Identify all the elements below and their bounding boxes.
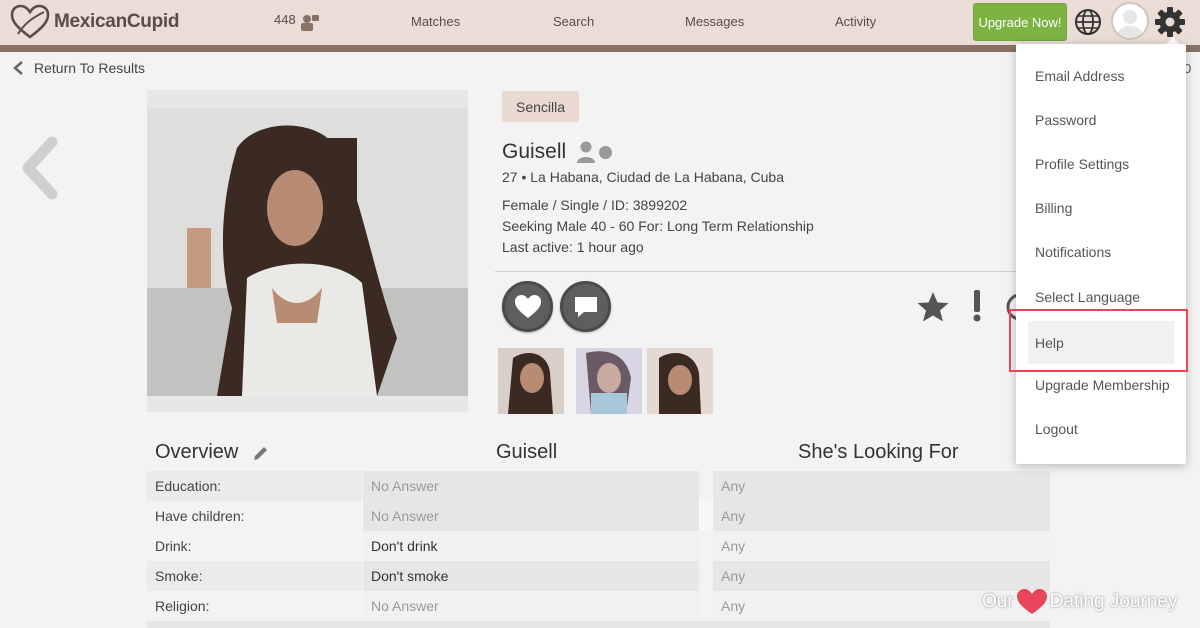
menu-item-billing[interactable]: Billing [1016, 188, 1186, 228]
profile-photo-card[interactable] [147, 90, 468, 412]
row-looking: Any [713, 531, 1050, 561]
report-exclamation-icon[interactable] [970, 289, 984, 323]
watermark-right: Dating Journey [1049, 591, 1178, 612]
table-row: Smoke: Don't smoke Any [147, 561, 1050, 591]
menu-item-profile-settings[interactable]: Profile Settings [1016, 144, 1186, 184]
pencil-edit-icon[interactable] [252, 444, 270, 462]
menu-item-email-address[interactable]: Email Address [1016, 56, 1186, 96]
site-logo[interactable]: MexicanCupid [10, 4, 180, 40]
table-row: Have children: No Answer Any [147, 501, 1050, 531]
chevron-left-icon [13, 61, 23, 75]
row-label: Smoke: [147, 561, 362, 591]
thumbnail-image [647, 348, 713, 414]
table-row: Religion: No Answer Any [147, 591, 1050, 621]
table-row: Drink: Don't drink Any [147, 531, 1050, 561]
profile-location: 27 • La Habana, Ciudad de La Habana, Cub… [502, 169, 785, 185]
profile-last-active: Last active: 1 hour ago [502, 239, 644, 255]
row-looking: Any [713, 471, 1050, 501]
watermark: Our Dating Journey [982, 588, 1177, 616]
her-column-heading: Guisell [496, 441, 558, 463]
table-row [147, 621, 1050, 628]
menu-item-logout[interactable]: Logout [1016, 409, 1186, 449]
row-value: Don't drink [363, 531, 699, 561]
online-count-value: 448 [274, 12, 296, 27]
globe-icon[interactable] [1074, 8, 1102, 36]
photo-thumbnail-1[interactable] [498, 348, 564, 414]
verified-person-icon [577, 141, 596, 163]
profile-photo[interactable] [147, 108, 468, 396]
photo-thumbnail-3[interactable] [647, 348, 713, 414]
nav-search[interactable]: Search [553, 14, 594, 29]
row-label: Religion: [147, 591, 362, 621]
row-label: Have children: [147, 501, 362, 531]
overview-heading: Overview [155, 441, 239, 463]
settings-gear-icon[interactable] [1154, 6, 1186, 38]
help-highlight-annotation [1009, 309, 1188, 372]
heart-watermark-icon [1016, 589, 1047, 614]
profile-details: Female / Single / ID: 3899202 [502, 197, 688, 213]
message-button[interactable] [560, 281, 611, 332]
watermark-left: Our [982, 591, 1014, 612]
online-users-count[interactable]: 448 [274, 12, 320, 32]
avatar-placeholder-icon [1117, 10, 1143, 38]
return-to-results-link[interactable]: Return To Results [12, 60, 145, 76]
profile-name-row: Guisell [502, 140, 613, 164]
row-looking: Any [713, 501, 1050, 531]
user-avatar[interactable] [1111, 2, 1149, 40]
profile-name: Guisell [502, 140, 567, 163]
profile-seeking: Seeking Male 40 - 60 For: Long Term Rela… [502, 218, 814, 234]
main-photo-image [147, 108, 468, 396]
favorite-star-icon[interactable] [916, 290, 950, 324]
row-value: Don't smoke [363, 561, 699, 591]
nav-activity[interactable]: Activity [835, 14, 876, 29]
nav-matches[interactable]: Matches [411, 14, 460, 29]
heart-logo-icon [10, 4, 50, 39]
thumbnail-image [498, 348, 564, 414]
table-row: Education: No Answer Any [147, 471, 1050, 501]
chat-bubble-icon [574, 296, 597, 317]
menu-item-password[interactable]: Password [1016, 100, 1186, 140]
settings-dropdown-menu: Email Address Password Profile Settings … [1016, 44, 1186, 464]
previous-profile-arrow-icon[interactable] [18, 136, 62, 200]
looking-for-heading: She's Looking For [798, 441, 959, 463]
like-button[interactable] [502, 281, 553, 332]
heart-icon [514, 294, 541, 318]
row-looking: Any [713, 561, 1050, 591]
row-value: No Answer [363, 471, 699, 501]
photo-thumbnail-2[interactable] [576, 348, 642, 414]
profile-divider [495, 271, 1020, 272]
profile-tag: Sencilla [502, 91, 579, 122]
row-label: Education: [147, 471, 362, 501]
row-value: No Answer [363, 591, 699, 621]
upgrade-now-button[interactable]: Upgrade Now! [973, 3, 1067, 41]
logo-text: MexicanCupid [54, 11, 180, 32]
row-label: Drink: [147, 531, 362, 561]
nav-messages[interactable]: Messages [685, 14, 744, 29]
return-label: Return To Results [34, 60, 146, 76]
row-value: No Answer [363, 501, 699, 531]
users-icon [300, 15, 319, 31]
menu-item-notifications[interactable]: Notifications [1016, 232, 1186, 272]
online-status-dot [599, 145, 613, 159]
thumbnail-image [576, 348, 642, 414]
